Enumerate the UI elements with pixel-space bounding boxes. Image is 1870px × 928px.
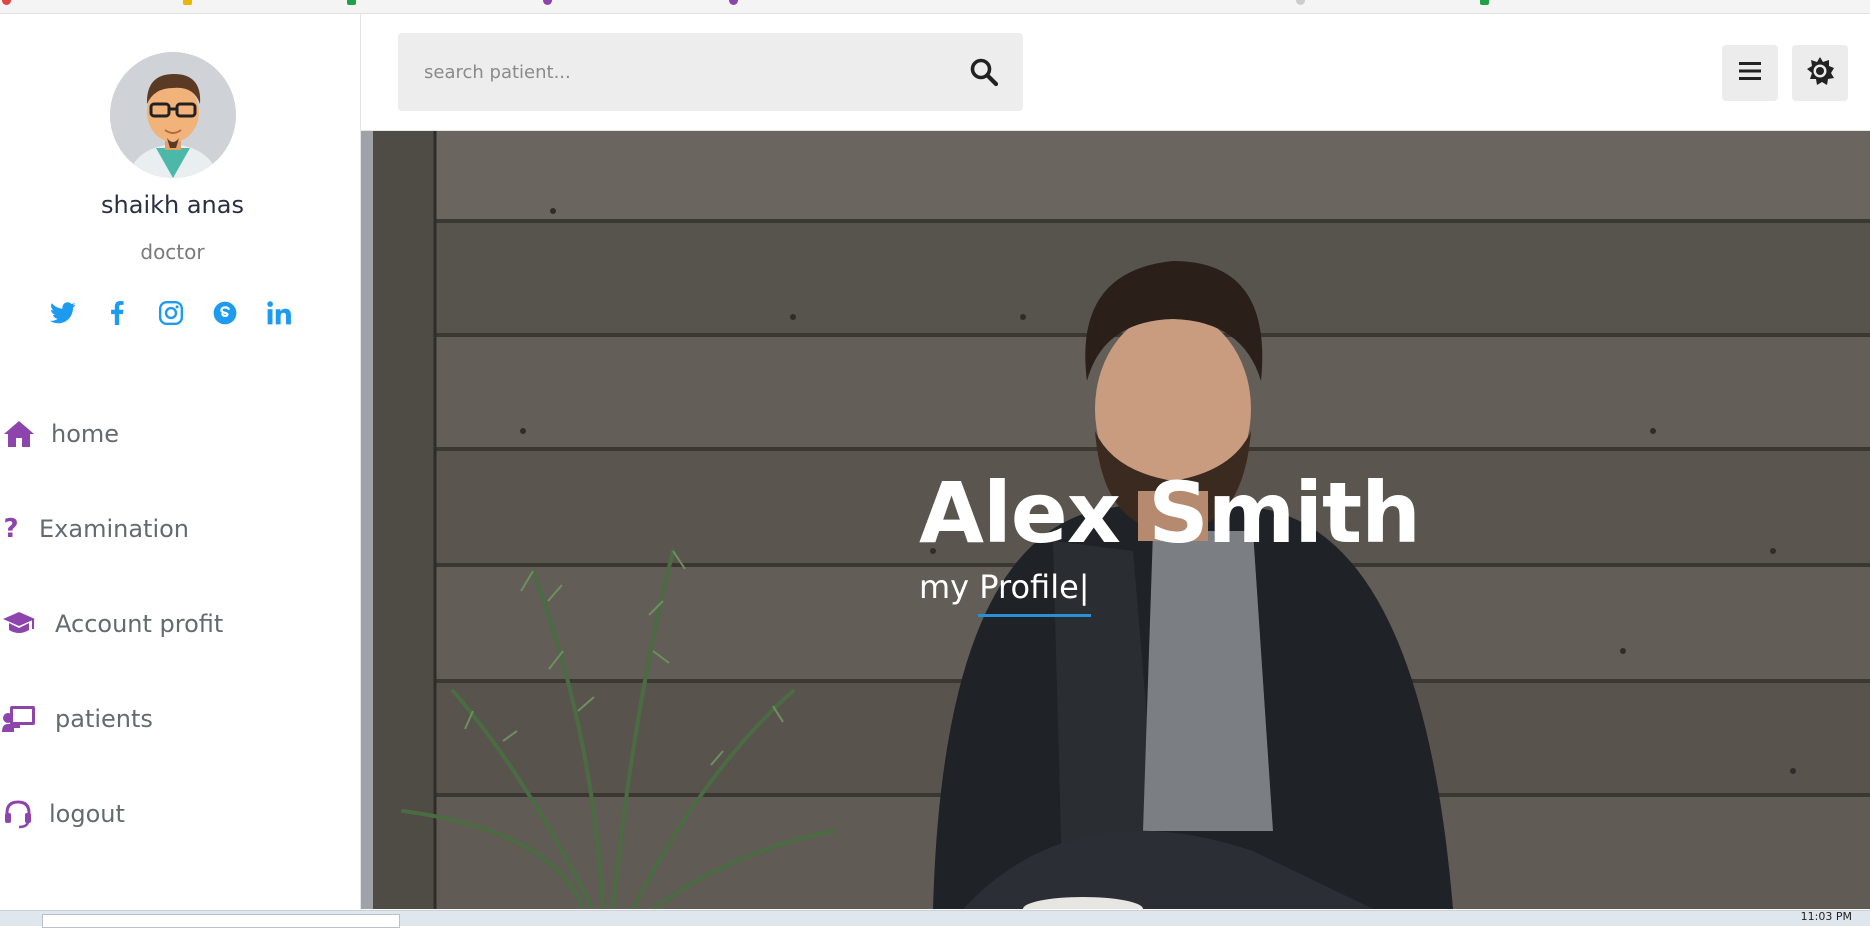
bookmark-favicon[interactable] (543, 0, 552, 5)
avatar[interactable] (110, 52, 236, 178)
theme-toggle-button[interactable] (1792, 45, 1848, 101)
os-taskbar: 11:03 PM (0, 910, 1870, 928)
sidebar-item-label: logout (49, 800, 125, 828)
skype-icon[interactable] (210, 298, 240, 328)
brightness-icon (1805, 56, 1835, 90)
twitter-icon[interactable] (48, 298, 78, 328)
social-links (48, 298, 294, 328)
sidebar-item-patients[interactable]: patients (0, 694, 153, 744)
browser-bookmark-strip (0, 0, 1870, 14)
bookmark-favicon[interactable] (729, 0, 738, 5)
facebook-icon[interactable] (102, 298, 132, 328)
sidebar-item-label: Examination (39, 515, 190, 543)
hamburger-menu-icon (1738, 60, 1762, 86)
hero-banner: Alex Smith my Profile| (373, 131, 1870, 909)
hero-subtitle: my Profile| (919, 568, 1090, 606)
user-name: shaikh anas (101, 191, 244, 219)
bookmark-favicon[interactable] (347, 0, 356, 5)
bookmark-favicon[interactable] (183, 0, 192, 5)
bookmark-favicon[interactable] (1296, 0, 1305, 5)
question-icon: ? (3, 514, 19, 544)
search-bar (398, 33, 1023, 111)
menu-toggle-button[interactable] (1722, 45, 1778, 101)
taskbar-search-field[interactable] (42, 914, 400, 928)
home-icon (1, 416, 37, 452)
headset-icon (0, 796, 36, 832)
linkedin-icon[interactable] (264, 298, 294, 328)
subtitle-underline (978, 614, 1091, 617)
presentation-icon (1, 701, 37, 737)
graduation-cap-icon (1, 606, 37, 642)
sidebar-item-label: Account profit (55, 610, 224, 638)
sidebar-item-label: home (51, 420, 120, 448)
sidebar: shaikh anas doctor home ? Examination Ac… (0, 14, 361, 909)
taskbar-clock: 11:03 PM (1800, 910, 1852, 923)
sidebar-item-label: patients (55, 705, 153, 733)
instagram-icon[interactable] (156, 298, 186, 328)
search-icon[interactable] (969, 57, 999, 87)
bookmark-favicon[interactable] (2, 0, 11, 5)
sidebar-item-examination[interactable]: ? Examination (0, 504, 189, 554)
doctor-avatar-illustration (110, 52, 236, 178)
search-input[interactable] (422, 60, 956, 84)
sidebar-item-logout[interactable]: logout (0, 789, 125, 839)
sidebar-item-home[interactable]: home (0, 409, 119, 459)
sidebar-item-account-profit[interactable]: Account profit (0, 599, 223, 649)
hero-title: Alex Smith (919, 464, 1421, 562)
top-header (361, 14, 1870, 131)
bookmark-favicon[interactable] (1480, 0, 1489, 5)
scroll-gutter (361, 131, 373, 909)
user-role: doctor (140, 240, 205, 264)
